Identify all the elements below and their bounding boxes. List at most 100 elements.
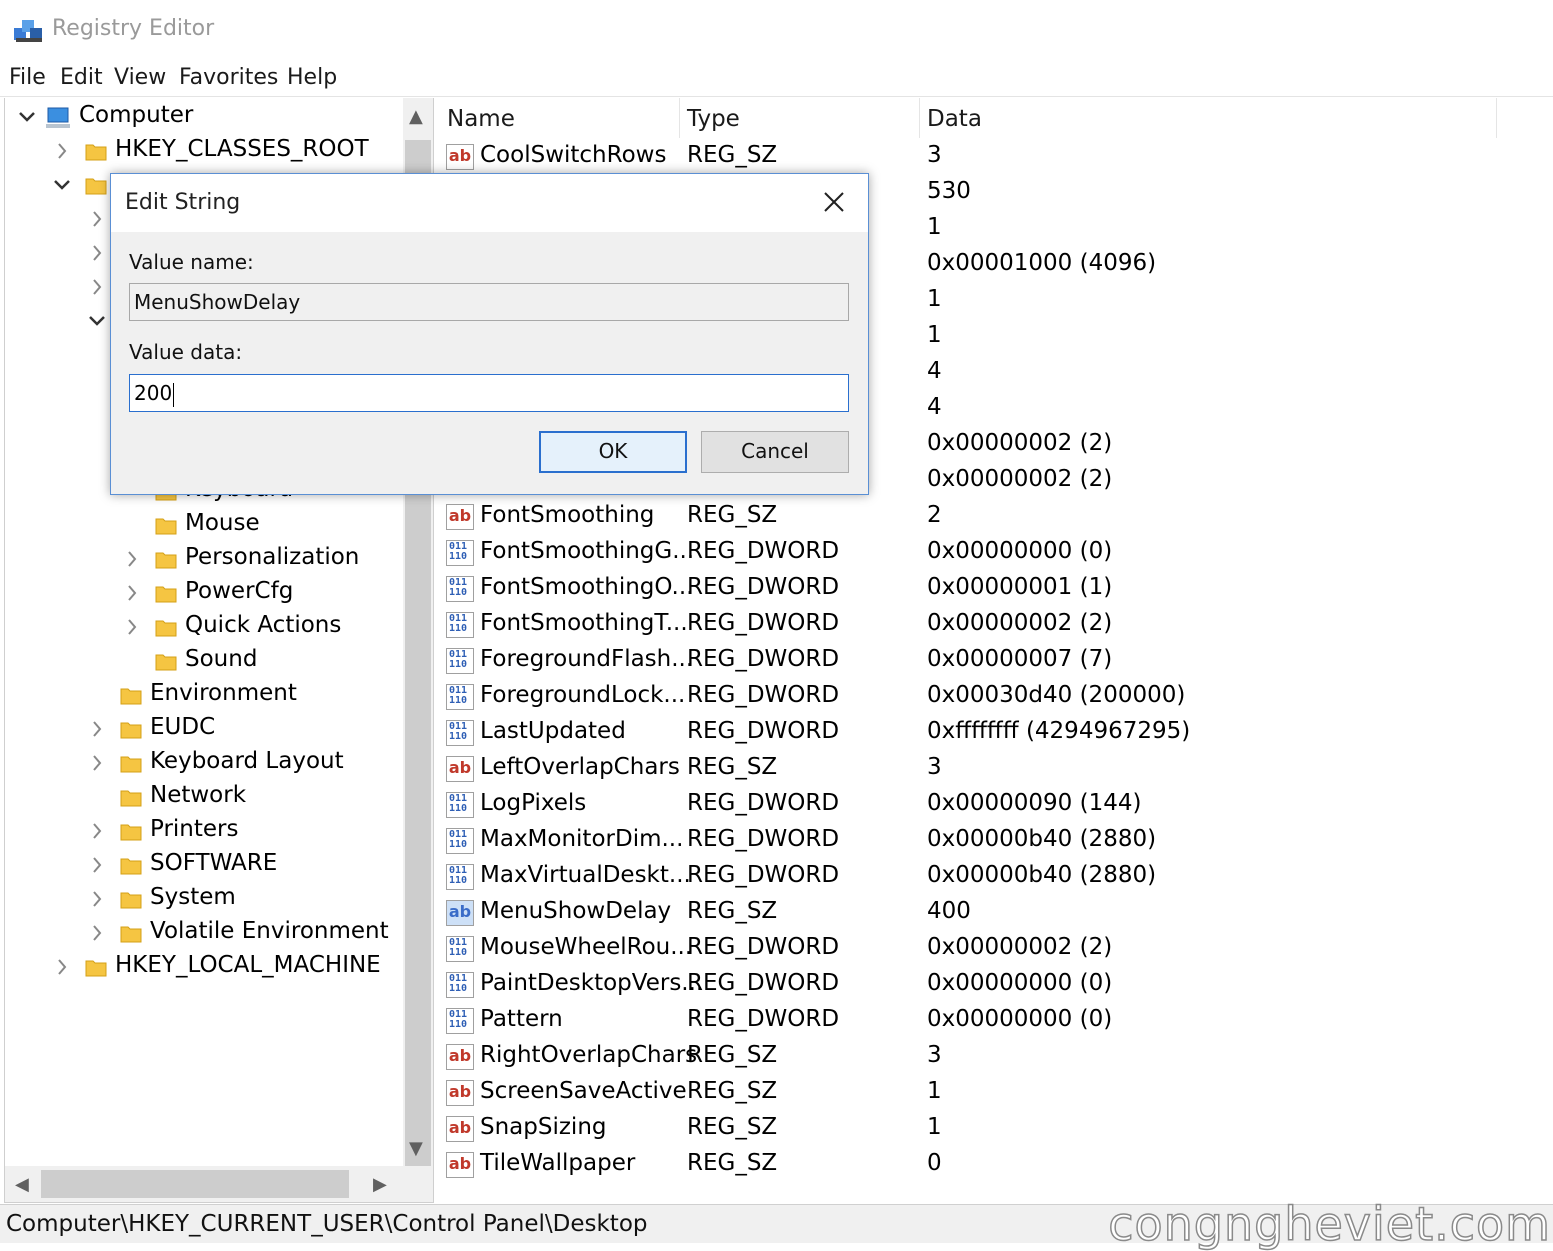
value-name: MouseWheelRou... [480,934,693,960]
binary-value-icon: 011 110 [446,1008,474,1034]
chevron-right-icon[interactable] [122,576,142,610]
chevron-down-icon[interactable] [52,168,72,202]
tree-item[interactable]: HKEY_CLASSES_ROOT [5,134,401,168]
tree-item[interactable]: Volatile Environment [5,916,401,950]
value-row[interactable]: ab CoolSwitchRows REG_SZ 3 [438,140,1553,176]
value-row[interactable]: ab SnapSizing REG_SZ 1 [438,1112,1553,1148]
chevron-right-icon[interactable] [87,882,107,916]
value-data: 0x00000000 (0) [927,970,1113,996]
column-separator[interactable] [679,98,680,138]
value-data: 0x00000090 (144) [927,790,1142,816]
tree-horizontal-scroll-thumb[interactable] [41,1170,349,1198]
tree-item[interactable]: Printers [5,814,401,848]
value-row[interactable]: 011 110 MaxVirtualDeskt... REG_DWORD 0x0000… [438,860,1553,896]
column-separator[interactable] [919,98,920,138]
value-row[interactable]: 011 110 FontSmoothingG... REG_DWORD 0x00000… [438,536,1553,572]
chevron-right-icon[interactable] [87,270,107,304]
scroll-down-arrow-icon[interactable]: ▼ [409,1138,423,1159]
chevron-right-icon[interactable] [122,610,142,644]
tree-item[interactable]: HKEY_LOCAL_MACHINE [5,950,401,984]
value-data: 0x00000002 (2) [927,466,1113,492]
value-type: REG_DWORD [687,574,840,600]
ok-button[interactable]: OK [539,431,687,473]
cancel-button[interactable]: Cancel [701,431,849,473]
chevron-right-icon[interactable] [87,236,107,270]
tree-item[interactable]: Network [5,780,401,814]
scroll-left-arrow-icon[interactable]: ◀ [15,1174,29,1195]
value-row[interactable]: ab ScreenSaveActive REG_SZ 1 [438,1076,1553,1112]
value-row[interactable]: ab MenuShowDelay REG_SZ 400 [438,896,1553,932]
tree-item[interactable]: PowerCfg [5,576,401,610]
tree-item[interactable]: Environment [5,678,401,712]
value-row[interactable]: 011 110 LogPixels REG_DWORD 0x00000090 (144… [438,788,1553,824]
value-row[interactable]: 011 110 LastUpdated REG_DWORD 0xffffffff (4… [438,716,1553,752]
value-data-field[interactable]: 200 [129,374,849,412]
close-icon[interactable] [811,182,857,224]
value-row[interactable]: 011 110 MaxMonitorDim... REG_DWORD 0x00000b… [438,824,1553,860]
chevron-right-icon[interactable] [52,134,72,168]
tree-item[interactable]: Personalization [5,542,401,576]
value-row[interactable]: ab LeftOverlapChars REG_SZ 3 [438,752,1553,788]
chevron-down-icon[interactable] [17,100,37,134]
scroll-right-arrow-icon[interactable]: ▶ [373,1174,387,1195]
tree-item[interactable]: Quick Actions [5,610,401,644]
value-type: REG_DWORD [687,826,840,852]
tree-item[interactable]: Keyboard Layout [5,746,401,780]
value-data-label: Value data: [129,340,243,364]
value-row[interactable]: ab TileWallpaper REG_SZ 0 [438,1148,1553,1184]
column-header-name[interactable]: Name [447,106,515,132]
value-row[interactable]: ab FontSmoothing REG_SZ 2 [438,500,1553,536]
chevron-right-icon[interactable] [87,202,107,236]
value-name: FontSmoothingG... [480,538,695,564]
tree-item-label: Volatile Environment [150,918,389,944]
tree-item[interactable]: Sound [5,644,401,678]
value-row[interactable]: 011 110 ForegroundFlash... REG_DWORD 0x0000… [438,644,1553,680]
menu-edit[interactable]: Edit [60,65,103,90]
value-name: ScreenSaveActive [480,1078,687,1104]
value-row[interactable]: 011 110 Pattern REG_DWORD 0x00000000 (0) [438,1004,1553,1040]
tree-item[interactable]: EUDC [5,712,401,746]
binary-value-icon: 011 110 [446,828,474,854]
chevron-right-icon[interactable] [87,712,107,746]
value-row[interactable]: 011 110 PaintDesktopVers... REG_DWORD 0x000… [438,968,1553,1004]
chevron-right-icon[interactable] [122,542,142,576]
chevron-down-icon[interactable] [87,304,107,338]
tree-item-label: Quick Actions [185,612,342,638]
value-row[interactable]: ab RightOverlapChars REG_SZ 3 [438,1040,1553,1076]
tree-item[interactable]: Mouse [5,508,401,542]
value-data: 0x00000b40 (2880) [927,826,1157,852]
tree-item[interactable]: SOFTWARE [5,848,401,882]
tree-item[interactable]: System [5,882,401,916]
menu-view[interactable]: View [114,65,166,90]
value-row[interactable]: 011 110 FontSmoothingO... REG_DWORD 0x00000… [438,572,1553,608]
column-header-type[interactable]: Type [687,106,740,132]
menu-help[interactable]: Help [287,65,337,90]
column-separator[interactable] [1496,98,1497,138]
chevron-right-icon[interactable] [87,746,107,780]
chevron-right-icon[interactable] [52,950,72,984]
value-name-text: MenuShowDelay [134,290,301,314]
value-name: MenuShowDelay [480,898,672,924]
chevron-right-icon[interactable] [87,814,107,848]
binary-value-icon: 011 110 [446,972,474,998]
menu-favorites[interactable]: Favorites [179,65,278,90]
value-row[interactable]: 011 110 ForegroundLock... REG_DWORD 0x00030… [438,680,1553,716]
scroll-up-arrow-icon[interactable]: ▲ [409,106,423,127]
tree-item-label: EUDC [150,714,216,740]
status-bar: Computer\HKEY_CURRENT_USER\Control Panel… [0,1196,1553,1251]
value-name: FontSmoothingO... [480,574,694,600]
folder-icon [85,174,107,196]
value-type: REG_DWORD [687,646,840,672]
value-data: 4 [927,358,942,384]
value-data: 4 [927,394,942,420]
folder-icon [120,854,142,876]
chevron-right-icon[interactable] [87,848,107,882]
value-row[interactable]: 011 110 FontSmoothingT... REG_DWORD 0x00000… [438,608,1553,644]
value-row[interactable]: 011 110 MouseWheelRou... REG_DWORD 0x000000… [438,932,1553,968]
column-header-data[interactable]: Data [927,106,982,132]
value-type: REG_DWORD [687,790,840,816]
menu-file[interactable]: File [9,65,46,90]
text-cursor [173,382,175,407]
chevron-right-icon[interactable] [87,916,107,950]
tree-item[interactable]: Computer [5,100,401,134]
